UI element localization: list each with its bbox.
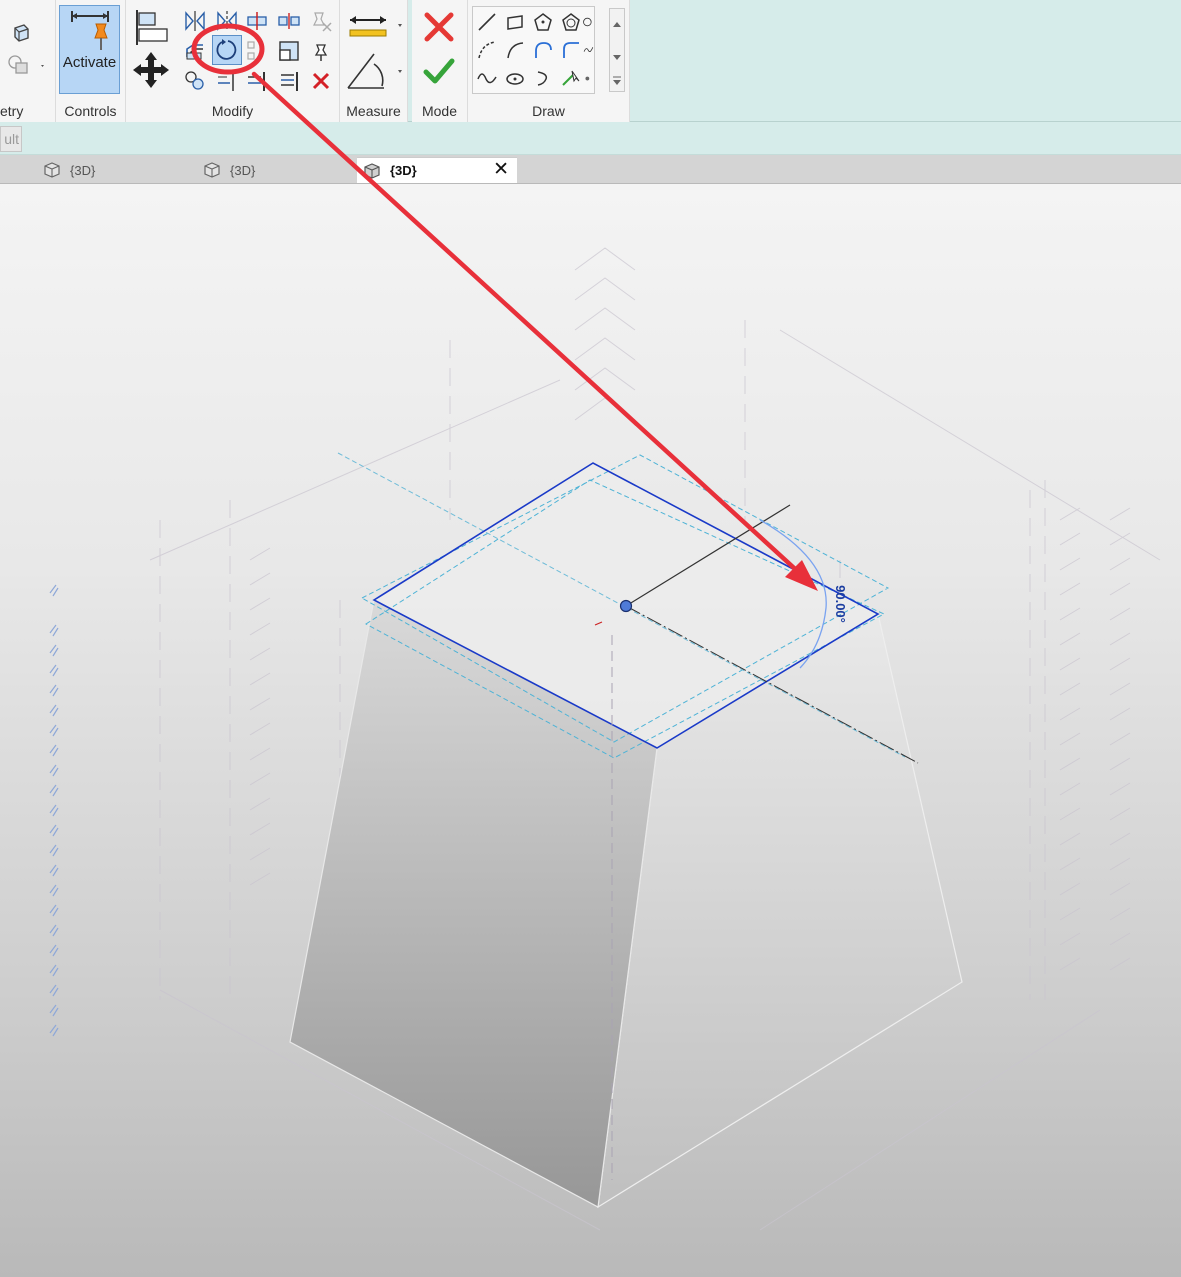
options-dropdown[interactable]: ult (0, 126, 22, 152)
offset-icon[interactable] (182, 38, 208, 64)
rotate-icon (216, 39, 237, 60)
draw-panel-label: Draw (532, 103, 565, 119)
pin-icon[interactable] (308, 38, 334, 64)
scale-icon[interactable] (276, 38, 302, 64)
measure-distance-icon[interactable] (344, 8, 404, 42)
view-tab-bar: {3D} {3D} {3D} ✕ (0, 155, 1181, 184)
3d-view-icon (204, 162, 220, 178)
draw-circle-icon[interactable] (583, 9, 595, 35)
trim-extend-single-icon[interactable] (214, 68, 240, 94)
draw-fillet-arc-icon[interactable] (558, 37, 584, 63)
align-icon[interactable] (131, 7, 171, 47)
ribbon: etry Activate Controls Modify Measure Mo… (0, 0, 1181, 122)
extrusion-solid[interactable] (289, 463, 963, 1209)
move-icon[interactable] (131, 50, 171, 90)
view-tab-3d-1[interactable]: {3D} (42, 157, 192, 183)
3d-view-icon (364, 162, 380, 179)
measure-panel-label: Measure (346, 103, 401, 119)
angle-dimension-label[interactable]: 90.00° (833, 585, 848, 623)
split-with-gap-icon[interactable] (276, 8, 302, 34)
view-tab-3d-active[interactable]: {3D} ✕ (357, 157, 517, 183)
controls-panel: Activate Controls (56, 0, 126, 122)
delete-icon[interactable] (308, 68, 334, 94)
cancel-edit-icon[interactable] (422, 10, 456, 44)
activate-pin-icon (71, 11, 109, 50)
draw-tangent-arc-icon[interactable] (530, 37, 556, 63)
draw-circumscribed-polygon-icon[interactable] (558, 9, 584, 35)
view-tab-label: {3D} (390, 163, 417, 178)
draw-spline-icon[interactable] (583, 37, 595, 63)
mirror-draw-axis-icon[interactable] (214, 8, 240, 34)
close-tab-icon[interactable]: ✕ (493, 160, 509, 180)
view-tab-label: {3D} (230, 162, 256, 178)
draw-point-icon[interactable] (583, 65, 595, 91)
draw-center-end-arc-icon[interactable] (502, 37, 528, 63)
activate-button[interactable]: Activate (59, 5, 120, 94)
draw-rectangle-icon[interactable] (502, 9, 528, 35)
modify-panel-label: Modify (211, 103, 254, 119)
geometry-tool-icon[interactable] (8, 20, 34, 46)
3d-viewport[interactable]: 90.00° (0, 184, 1181, 1277)
draw-ellipse-icon[interactable] (474, 65, 500, 91)
draw-line-icon[interactable] (474, 9, 500, 35)
options-bar: ult (0, 122, 1181, 155)
draw-start-end-arc-icon[interactable] (474, 37, 500, 63)
draw-panel: Draw (468, 0, 630, 122)
array-icon (244, 38, 270, 64)
unpin-icon (308, 8, 334, 34)
copy-icon[interactable] (182, 68, 208, 94)
draw-half-ellipse-icon[interactable] (530, 65, 556, 91)
pick-lines-icon[interactable] (558, 65, 584, 91)
trim-extend-corner-icon[interactable] (276, 68, 302, 94)
mode-panel: Mode (412, 0, 468, 122)
mode-panel-label: Mode (421, 103, 458, 119)
aligned-dimension-icon[interactable] (344, 48, 404, 92)
controls-panel-label: Controls (64, 103, 117, 119)
3d-view-icon (44, 162, 60, 178)
measure-panel: Measure (340, 0, 408, 122)
view-tab-3d-2[interactable]: {3D} (202, 157, 352, 183)
geometry-panel: etry (0, 0, 56, 122)
trim-extend-multiple-icon[interactable] (244, 68, 270, 94)
view-tab-label: {3D} (70, 162, 96, 178)
rotation-center-point[interactable] (619, 599, 633, 613)
rotate-button[interactable] (212, 35, 242, 65)
split-element-icon[interactable] (244, 8, 270, 34)
geometry-panel-label: etry (0, 103, 24, 119)
draw-gallery-scroll[interactable] (609, 8, 625, 92)
join-geometry-dropdown-icon[interactable] (6, 52, 46, 78)
modify-panel: Modify (126, 0, 340, 122)
draw-partial-ellipse-icon[interactable] (502, 65, 528, 91)
finish-edit-icon[interactable] (422, 54, 456, 88)
draw-gallery (472, 6, 595, 94)
activate-label: Activate (62, 54, 117, 71)
draw-inscribed-polygon-icon[interactable] (530, 9, 556, 35)
level-markers (49, 584, 59, 1037)
mirror-pick-axis-icon[interactable] (182, 8, 208, 34)
